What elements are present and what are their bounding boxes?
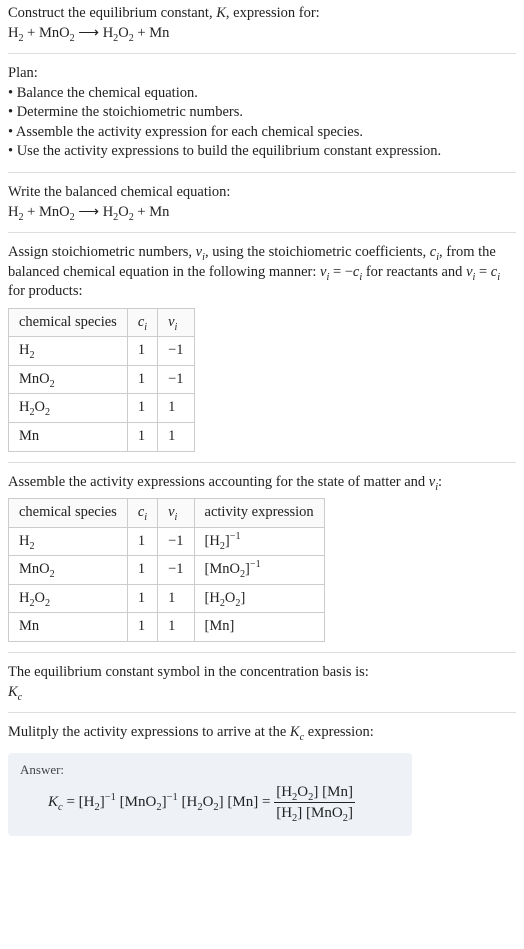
activity-table: chemical species ci νi activity expressi… (8, 498, 325, 642)
stoich-paragraph: Assign stoichiometric numbers, νi, using… (8, 243, 516, 302)
balanced-block: Write the balanced chemical equation: H2… (8, 183, 516, 222)
plan-bullet: • Balance the chemical equation. (8, 85, 198, 101)
plan-block: Plan: • Balance the chemical equation. •… (8, 64, 516, 162)
stoich-table: chemical species ci νi H2 1 −1 MnO2 1 −1… (8, 308, 195, 452)
table-header: chemical species (9, 499, 128, 528)
table-row: H2 1 −1 (9, 337, 195, 366)
table-row: H2O2 1 1 [H2O2] (9, 584, 325, 613)
plan-bullet: • Determine the stoichiometric numbers. (8, 104, 243, 120)
activity-heading: Assemble the activity expressions accoun… (8, 473, 516, 493)
table-row: H2 1 −1 [H2]−1 (9, 527, 325, 556)
intro-prompt-tail: , expression for: (226, 5, 320, 21)
final-heading: Mulitply the activity expressions to arr… (8, 723, 516, 743)
table-row: Mn 1 1 (9, 423, 195, 452)
balanced-heading: Write the balanced chemical equation: (8, 184, 230, 200)
answer-label: Answer: (20, 761, 400, 779)
table-header: ci (127, 308, 157, 337)
k-symbol: K (216, 5, 226, 21)
table-row: MnO2 1 −1 [MnO2]−1 (9, 556, 325, 585)
separator (8, 53, 516, 54)
separator (8, 712, 516, 713)
table-header: νi (158, 499, 194, 528)
kc-basis-block: The equilibrium constant symbol in the c… (8, 663, 516, 702)
separator (8, 232, 516, 233)
separator (8, 462, 516, 463)
table-row: MnO2 1 −1 (9, 365, 195, 394)
intro-prompt: Construct the equilibrium constant, (8, 5, 216, 21)
balanced-equation: H2 + MnO2 ⟶ H2O2 + Mn (8, 204, 169, 220)
intro-block: Construct the equilibrium constant, K, e… (8, 4, 516, 43)
plan-bullet: • Assemble the activity expression for e… (8, 124, 363, 140)
separator (8, 652, 516, 653)
table-header: chemical species (9, 308, 128, 337)
separator (8, 172, 516, 173)
intro-equation: H2 + MnO2 ⟶ H2O2 + Mn (8, 25, 169, 41)
table-header: activity expression (194, 499, 324, 528)
plan-bullet: • Use the activity expressions to build … (8, 143, 441, 159)
table-header: ci (127, 499, 157, 528)
table-header: νi (158, 308, 194, 337)
answer-expression: Kc = [H2]−1 [MnO2]−1 [H2O2] [Mn] = [H2O2… (20, 782, 400, 824)
fraction: [H2O2] [Mn] [H2] [MnO2] (274, 782, 355, 824)
answer-box: Answer: Kc = [H2]−1 [MnO2]−1 [H2O2] [Mn]… (8, 753, 412, 836)
table-row: H2O2 1 1 (9, 394, 195, 423)
plan-heading: Plan: (8, 65, 38, 81)
table-row: Mn 1 1 [Mn] (9, 613, 325, 642)
